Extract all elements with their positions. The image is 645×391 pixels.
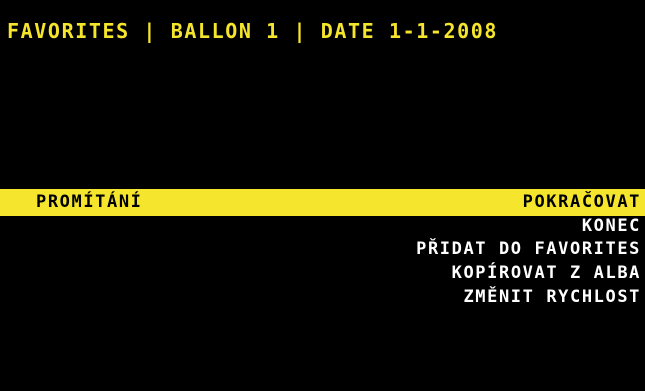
- menu-item-change-speed[interactable]: ZMĚNIT RYCHLOST: [321, 287, 641, 308]
- menu-item-continue[interactable]: POKRAČOVAT: [321, 192, 641, 213]
- menu-item-add-to-favorites[interactable]: PŘIDAT DO FAVORITES: [321, 239, 641, 260]
- menu-item-copy-from-album[interactable]: KOPÍROVAT Z ALBA: [321, 263, 641, 284]
- menu-item-end[interactable]: KONEC: [321, 216, 641, 237]
- header-title: FAVORITES | BALLON 1 | DATE 1-1-2008: [7, 19, 499, 43]
- section-label: PROMÍTÁNÍ: [36, 192, 143, 212]
- menu-list: POKRAČOVAT KONEC PŘIDAT DO FAVORITES KOP…: [321, 192, 641, 310]
